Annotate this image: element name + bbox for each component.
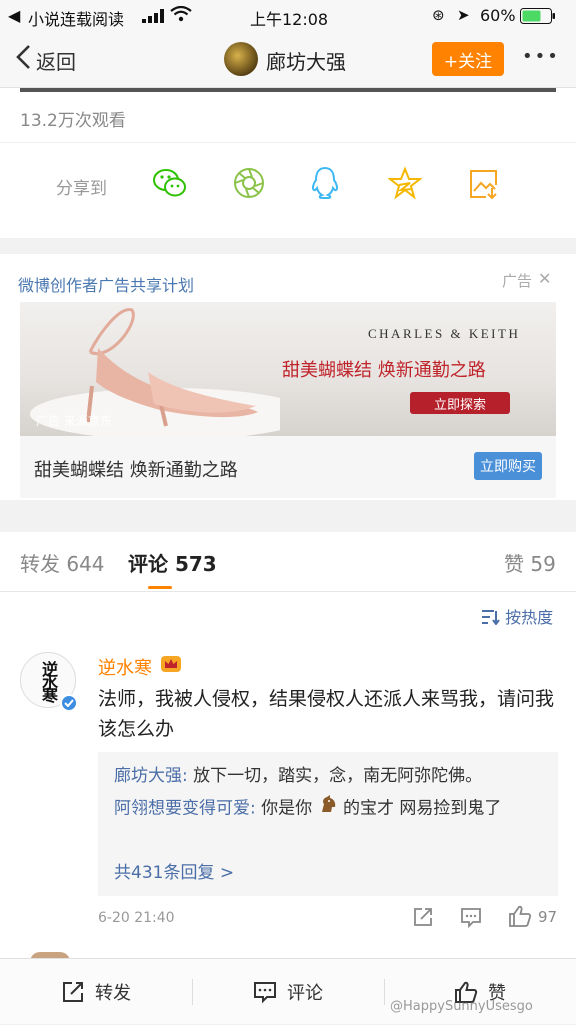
buy-now-button[interactable]: 立即购买	[474, 452, 542, 480]
nav-bar: 返回 廊坊大强 +关注 •••	[0, 32, 576, 88]
brand-name: CHARLES & KEITH	[368, 326, 521, 341]
page-title: 廊坊大强	[266, 50, 346, 74]
reply-colon: :	[250, 798, 262, 819]
follow-button[interactable]: +关注	[432, 42, 504, 76]
video-bottom-edge	[20, 88, 556, 92]
tab-likes-count: 59	[530, 552, 556, 576]
tab-reposts[interactable]: 转发 644	[20, 548, 105, 577]
share-label: 分享到	[56, 179, 107, 199]
tab-comments-count: 573	[174, 552, 217, 576]
explore-button[interactable]: 立即探索	[410, 392, 510, 414]
battery-percent: 60%	[480, 6, 516, 25]
tab-comments[interactable]: 评论 573	[128, 548, 217, 577]
qq-icon[interactable]	[310, 166, 340, 204]
tab-likes[interactable]: 赞 59	[504, 548, 556, 577]
sort-icon	[482, 610, 500, 626]
interaction-tabs: 转发 644 评论 573 赞 59	[0, 532, 576, 592]
more-replies-link[interactable]: 共431条回复 >	[114, 858, 234, 883]
vip-crown-icon	[160, 654, 182, 678]
repost-label: 转发	[95, 983, 131, 1004]
like-button[interactable]: 赞	[384, 959, 576, 1025]
repost-button[interactable]: 转发	[0, 959, 192, 1025]
view-count: 13.2万次观看	[20, 111, 126, 131]
tab-likes-label: 赞	[504, 552, 524, 576]
tab-reposts-label: 转发	[20, 552, 60, 576]
comment-text: 法师，我被人侵权，结果侵权人还派人来骂我，请问我该怎么办	[98, 688, 555, 740]
close-icon[interactable]: ✕	[538, 269, 551, 288]
reply-colon: :	[182, 766, 194, 786]
ad-caption: 甜美蝴蝶结 焕新通勤之路	[34, 460, 238, 481]
moments-icon[interactable]	[232, 166, 266, 204]
back-chevron-icon[interactable]	[14, 44, 32, 74]
avatar-calligraphy: 逆水寒	[39, 660, 58, 700]
back-to-app-label[interactable]: 小说连载阅读	[28, 6, 124, 30]
clock: 上午12:08	[250, 10, 329, 29]
reply-username[interactable]: 阿翎想要变得可爱	[114, 799, 250, 819]
ad-program-title[interactable]: 微博创作者广告共享计划	[18, 272, 194, 296]
like-comment-icon[interactable]	[508, 904, 532, 932]
reply-item: 阿翎想要变得可爱: 你是你 的宝才 网易捡到鬼了	[114, 794, 550, 823]
sort-label: 按热度	[505, 608, 554, 627]
ad-banner[interactable]: CHARLES & KEITH 甜美蝴蝶结 焕新通勤之路 立即探索 广告 来源京…	[20, 302, 556, 436]
reply-username[interactable]: 廊坊大强	[114, 766, 182, 786]
ad-tag: 广告	[502, 272, 533, 290]
comment-label: 评论	[287, 983, 323, 1004]
author-avatar[interactable]	[224, 42, 258, 76]
reply-thread[interactable]: 廊坊大强: 放下一切，踏实，念，南无阿弥陀佛。 阿翎想要变得可爱: 你是你 的宝…	[98, 752, 558, 896]
comment-username[interactable]: 逆水寒	[98, 654, 152, 680]
divider	[0, 142, 576, 143]
comment-button[interactable]: 评论	[192, 959, 384, 1025]
rotation-lock-icon: ⊛	[432, 6, 445, 24]
tab-reposts-count: 644	[66, 552, 105, 576]
status-bar: ◀ 小说连载阅读 上午12:08 ⊛ ➤ 60%	[0, 0, 576, 32]
bottom-action-bar: 转发 评论 赞 @HappySunnyUsesgo	[0, 958, 576, 1024]
back-button[interactable]: 返回	[36, 46, 76, 75]
comment-like-count: 97	[538, 908, 558, 926]
reply-text-before: 你是你	[261, 798, 313, 819]
comment-icon	[254, 982, 276, 1004]
comment-timestamp: 6-20 21:40	[98, 910, 175, 926]
repost-icon	[63, 982, 83, 1002]
more-options-icon[interactable]: •••	[522, 46, 560, 67]
qzone-icon[interactable]	[387, 166, 423, 204]
save-image-icon[interactable]	[468, 168, 500, 204]
post-meta: 13.2万次观看 分享到	[0, 88, 576, 238]
sort-toggle[interactable]: 按热度	[480, 604, 553, 628]
reply-text-after: 的宝才 网易捡到鬼了	[342, 798, 502, 819]
ad-source: 广告 来源京东	[36, 414, 112, 428]
wifi-icon	[170, 5, 192, 26]
share-comment-icon[interactable]	[412, 906, 434, 932]
reply-text: 放下一切，踏实，念，南无阿弥陀佛。	[193, 766, 483, 786]
horse-emoji-icon	[318, 794, 338, 823]
comment-list: 按热度 逆水寒 逆水寒 法师，我被人侵权，结果侵权人还派人来骂我，请问我该怎么办…	[0, 592, 576, 962]
banner-headline: 甜美蝴蝶结 焕新通勤之路	[282, 360, 486, 381]
tab-comments-label: 评论	[128, 552, 168, 576]
ad-card: 微博创作者广告共享计划 广告 ✕ CHARLES & KEITH 甜美蝴蝶结 焕…	[0, 254, 576, 500]
weibo-watermark: @HappySunnyUsesgo	[390, 999, 533, 1014]
verified-badge-icon	[60, 694, 78, 712]
wechat-icon[interactable]	[152, 166, 188, 204]
reply-comment-icon[interactable]	[460, 906, 482, 932]
back-to-app-chevron-icon[interactable]: ◀	[8, 6, 20, 25]
signal-icon	[142, 8, 164, 27]
location-icon: ➤	[457, 6, 470, 24]
reply-item: 廊坊大强: 放下一切，踏实，念，南无阿弥陀佛。	[114, 762, 550, 790]
battery-icon	[520, 8, 556, 28]
active-tab-underline	[148, 586, 172, 589]
ad-caption-bar[interactable]: 甜美蝴蝶结 焕新通勤之路 立即购买	[20, 436, 556, 498]
